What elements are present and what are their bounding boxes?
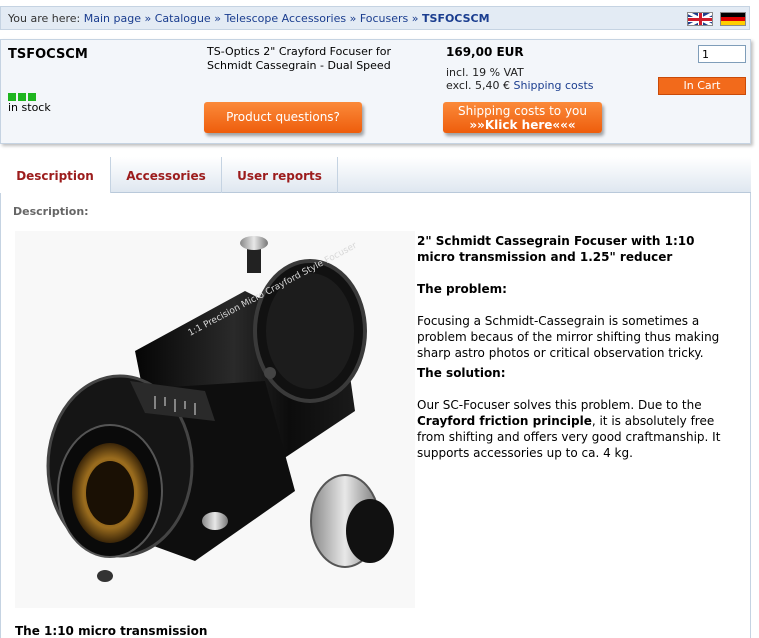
- tab-user-reports[interactable]: User reports: [222, 157, 338, 193]
- solution-text: Our SC-Focuser solves this problem. Due …: [417, 398, 721, 460]
- breadcrumb-link-main-page[interactable]: Main page: [84, 12, 141, 25]
- product-price: 169,00 EUR: [446, 45, 524, 59]
- product-name: TS-Optics 2" Crayford Focuser for Schmid…: [207, 45, 392, 72]
- shipping-costs-link[interactable]: Shipping costs: [513, 79, 593, 92]
- shipping-note-text: excl. 5,40 €: [446, 79, 510, 92]
- problem-title: The problem:: [417, 282, 507, 296]
- description-panel: Description: 1:1 Precision Micro Crayfor…: [0, 193, 751, 638]
- breadcrumb-bar: You are here: Main page » Catalogue » Te…: [0, 6, 750, 30]
- quantity-input[interactable]: [698, 45, 746, 63]
- breadcrumb-separator: »: [214, 12, 221, 25]
- product-sku: TSFOCSCM: [8, 47, 88, 62]
- breadcrumb-separator: »: [349, 12, 357, 25]
- product-photo: 1:1 Precision Micro Crayford Style Focus…: [15, 231, 415, 608]
- problem-text: Focusing a Schmidt-Cassegrain is sometim…: [417, 314, 720, 360]
- description-heading: 2" Schmidt Cassegrain Focuser with 1:10 …: [417, 234, 695, 264]
- german-flag-icon[interactable]: [720, 12, 746, 26]
- tab-bar: Description Accessories User reports: [0, 157, 751, 193]
- stock-status: in stock: [8, 101, 51, 114]
- vat-note: incl. 19 % VAT: [446, 66, 524, 79]
- breadcrumb-link-focusers[interactable]: Focusers: [360, 12, 408, 25]
- tab-accessories[interactable]: Accessories: [111, 157, 222, 193]
- breadcrumb-link-telescope-accessories[interactable]: Telescope Accessories: [224, 12, 346, 25]
- description-label: Description:: [13, 205, 89, 218]
- breadcrumb-prefix: You are here:: [8, 12, 81, 25]
- description-text: 2" Schmidt Cassegrain Focuser with 1:10 …: [417, 233, 727, 461]
- product-summary: TSFOCSCM in stock TS-Optics 2" Crayford …: [0, 39, 751, 144]
- tab-description[interactable]: Description: [0, 157, 111, 193]
- add-to-cart-button[interactable]: In Cart: [658, 77, 746, 95]
- micro-transmission-heading: The 1:10 micro transmission: [15, 624, 208, 638]
- breadcrumb-current: TSFOCSCM: [422, 12, 490, 25]
- product-questions-button[interactable]: Product questions?: [204, 102, 362, 133]
- shipping-button-line1: Shipping costs to you: [457, 104, 588, 118]
- breadcrumb-separator: »: [411, 12, 419, 25]
- shipping-button-line2: »»Klick here«««: [469, 118, 576, 132]
- solution-title: The solution:: [417, 366, 506, 380]
- shipping-costs-button[interactable]: Shipping costs to you »»Klick here«««: [443, 102, 602, 133]
- english-flag-icon[interactable]: [687, 12, 713, 26]
- breadcrumb-link-catalogue[interactable]: Catalogue: [155, 12, 211, 25]
- solution-bold: Crayford friction principle: [417, 414, 592, 428]
- breadcrumb-separator: »: [144, 12, 152, 25]
- shipping-note: excl. 5,40 € Shipping costs: [446, 79, 594, 92]
- breadcrumb: You are here: Main page » Catalogue » Te…: [8, 12, 490, 25]
